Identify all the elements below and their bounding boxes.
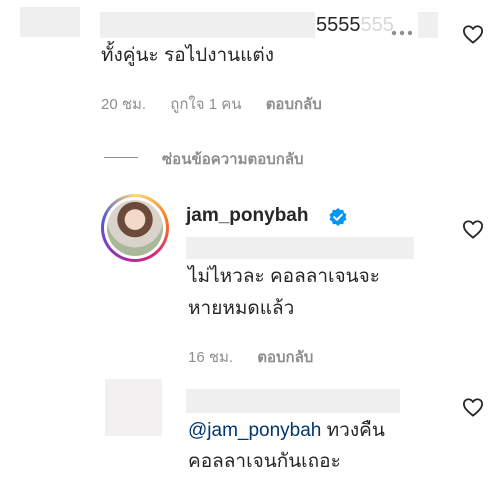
redaction-bar — [418, 12, 438, 38]
more-horizontal-icon[interactable] — [391, 23, 413, 36]
mention-link[interactable]: @jam_ponybah — [188, 420, 321, 441]
reply-time: 16 ชม. — [188, 349, 234, 366]
like-heart-icon[interactable] — [462, 397, 484, 417]
commenter-avatar-redacted — [20, 7, 80, 37]
comment-header-text: 5555555 — [316, 14, 394, 37]
comment-text: ทั้งคู่นะ รอไปงานแต่ง — [101, 45, 275, 66]
comment-time: 20 ชม. — [101, 96, 147, 113]
reply-text-line1: ไม่ไหวละ คอลลาเจนจะ — [188, 266, 380, 287]
username-text: jam_ponybah — [186, 205, 309, 226]
reply-text-line2: หายหมดแล้ว — [188, 298, 295, 319]
like-heart-icon[interactable] — [462, 219, 484, 239]
reply-meta: 16 ชม. ตอบกลับ — [188, 345, 333, 369]
reply2-text-line1: @jam_ponybah ทวงคืน — [188, 415, 385, 447]
reply-button[interactable]: ตอบกลับ — [257, 349, 313, 366]
comment-likes-count[interactable]: ถูกใจ 1 คน — [170, 96, 241, 113]
comment-header-laugh: 5555 — [316, 14, 361, 36]
reply-username[interactable]: jam_ponybah — [186, 205, 308, 227]
like-heart-icon[interactable] — [462, 24, 484, 44]
reply2-text: ทวงคืน — [321, 420, 385, 441]
avatar[interactable] — [101, 194, 169, 262]
reply2-text-line2: คอลลาเจนกันเถอะ — [188, 451, 341, 472]
reply-button[interactable]: ตอบกลับ — [266, 96, 322, 113]
commenter-username-redacted — [186, 389, 400, 413]
avatar-photo — [107, 200, 163, 256]
commenter-username-redacted — [100, 12, 315, 38]
commenter-avatar-redacted — [105, 379, 162, 436]
comment-meta: 20 ชม. ถูกใจ 1 คน ตอบกลับ — [101, 92, 342, 116]
verified-badge-icon — [328, 207, 348, 227]
hide-replies-button[interactable]: ซ่อนข้อความตอบกลับ — [162, 147, 304, 171]
hide-replies-line — [104, 157, 138, 158]
redaction-bar — [186, 237, 414, 259]
comment-header-laugh-faded: 555 — [360, 14, 394, 36]
